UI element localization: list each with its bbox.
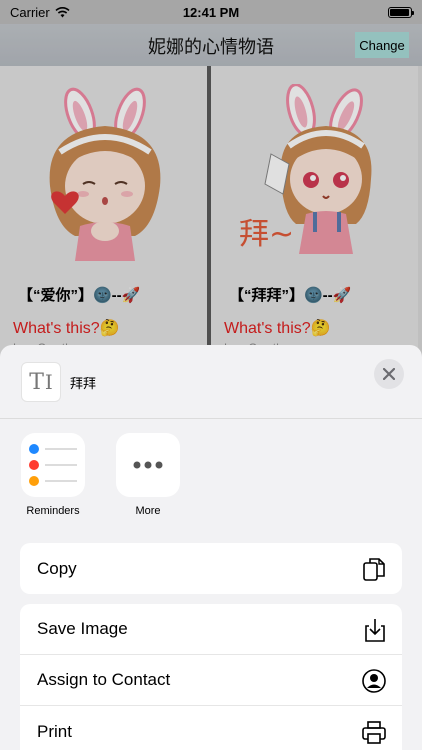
- action-label: Copy: [37, 558, 77, 578]
- action-group-main: Save Image Assign to Contact Print: [20, 604, 402, 750]
- copy-icon: [363, 558, 385, 581]
- text-document-icon: TI: [21, 362, 61, 402]
- action-group-copy: Copy: [20, 543, 402, 594]
- print-icon: [362, 721, 386, 744]
- more-icon: [116, 433, 180, 497]
- print-action[interactable]: Print: [20, 706, 402, 750]
- assign-to-contact-action[interactable]: Assign to Contact: [20, 655, 402, 706]
- action-label: Assign to Contact: [37, 670, 171, 689]
- share-apps-row: Reminders More: [0, 433, 422, 523]
- close-icon: [383, 368, 395, 380]
- close-button[interactable]: [374, 359, 404, 389]
- contact-icon: [362, 669, 386, 693]
- reminders-icon: [21, 433, 85, 497]
- share-sheet: TI 拜拜 Reminders More Copy Save Image Ass…: [0, 345, 422, 750]
- app-more[interactable]: More: [112, 433, 184, 517]
- action-label: Print: [37, 721, 72, 741]
- action-label: Save Image: [37, 619, 128, 638]
- app-label: Reminders: [26, 505, 80, 517]
- copy-action[interactable]: Copy: [20, 543, 402, 594]
- app-reminders[interactable]: Reminders: [17, 433, 89, 517]
- share-sheet-header: TI 拜拜: [0, 345, 422, 419]
- save-image-action[interactable]: Save Image: [20, 604, 402, 655]
- save-icon: [365, 619, 385, 642]
- app-label: More: [135, 505, 161, 517]
- share-preview-text: 拜拜: [70, 376, 97, 391]
